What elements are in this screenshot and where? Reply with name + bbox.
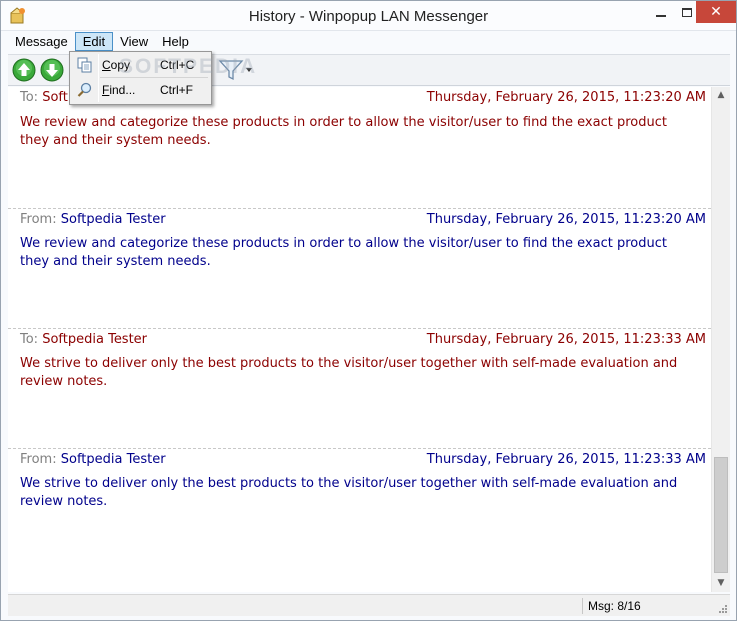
menu-bar: Message Edit View Help (8, 32, 196, 52)
menu-message[interactable]: Message (8, 32, 75, 51)
menu-item-copy[interactable]: Copy Ctrl+C (72, 54, 209, 76)
message-item[interactable]: From: Softpedia Tester Thursday, Februar… (8, 448, 711, 568)
message-history-list[interactable]: To: Soft Thursday, February 26, 2015, 11… (8, 87, 711, 592)
message-text: We strive to deliver only the best produ… (20, 356, 678, 389)
message-recipient: To: Softpedia Tester (20, 332, 148, 347)
message-item[interactable]: To: Soft Thursday, February 26, 2015, 11… (8, 87, 711, 207)
scrollbar-thumb[interactable] (714, 457, 728, 573)
menu-separator (100, 77, 208, 78)
message-timestamp: Thursday, February 26, 2015, 11:23:33 AM (426, 332, 706, 347)
chevron-up-icon: ▲ (717, 90, 725, 100)
message-header: From: Softpedia Tester Thursday, Februar… (8, 208, 711, 230)
menu-item-label: Find... (102, 83, 136, 97)
filter-icon (218, 60, 252, 81)
chevron-down-icon (246, 68, 252, 72)
message-timestamp: Thursday, February 26, 2015, 11:23:20 AM (426, 212, 706, 227)
message-header: From: Softpedia Tester Thursday, Februar… (8, 448, 711, 470)
vertical-scrollbar[interactable]: ▲ ▼ (711, 87, 730, 592)
menu-edit[interactable]: Edit (74, 32, 114, 51)
previous-button[interactable] (12, 58, 36, 82)
message-text: We review and categorize these products … (20, 115, 667, 148)
edit-menu-dropdown: Copy Ctrl+C Find... Ctrl+F (69, 51, 212, 105)
title-bar[interactable]: History - Winpopup LAN Messenger ✕ (1, 1, 736, 31)
message-item[interactable]: To: Softpedia Tester Thursday, February … (8, 328, 711, 448)
message-header: To: Softpedia Tester Thursday, February … (8, 328, 711, 350)
resize-grip-icon[interactable] (718, 604, 728, 614)
chevron-down-icon: ▼ (717, 578, 725, 588)
close-button[interactable]: ✕ (696, 1, 736, 23)
arrow-up-icon (12, 58, 36, 82)
message-text: We review and categorize these products … (20, 236, 667, 269)
message-recipient: To: Soft (20, 90, 68, 105)
copy-icon (77, 57, 93, 73)
message-text: We strive to deliver only the best produ… (20, 476, 678, 509)
minimize-icon (656, 15, 666, 17)
message-sender: From: Softpedia Tester (20, 452, 166, 467)
window-title: History - Winpopup LAN Messenger (248, 8, 489, 25)
scroll-up-button[interactable]: ▲ (712, 87, 730, 104)
menu-view[interactable]: View (113, 32, 155, 51)
message-timestamp: Thursday, February 26, 2015, 11:23:33 AM (426, 452, 706, 467)
message-item[interactable]: From: Softpedia Tester Thursday, Februar… (8, 208, 711, 328)
message-counter: Msg: 8/16 (588, 599, 641, 613)
menu-item-find[interactable]: Find... Ctrl+F (72, 79, 209, 101)
status-bar: Msg: 8/16 (8, 594, 730, 616)
arrow-down-icon (40, 58, 64, 82)
scroll-down-button[interactable]: ▼ (712, 575, 730, 592)
filter-button[interactable] (218, 58, 254, 82)
next-button[interactable] (40, 58, 64, 82)
message-sender: From: Softpedia Tester (20, 212, 166, 227)
close-icon: ✕ (710, 4, 722, 20)
message-timestamp: Thursday, February 26, 2015, 11:23:20 AM (426, 90, 706, 105)
menu-item-shortcut: Ctrl+C (160, 58, 195, 72)
maximize-icon (682, 7, 692, 17)
menu-item-label: Copy (102, 58, 131, 72)
history-window: History - Winpopup LAN Messenger ✕ Messa… (0, 0, 737, 621)
menu-help[interactable]: Help (155, 32, 196, 51)
menu-item-shortcut: Ctrl+F (160, 83, 193, 97)
find-icon (77, 82, 93, 98)
status-divider (582, 598, 583, 614)
